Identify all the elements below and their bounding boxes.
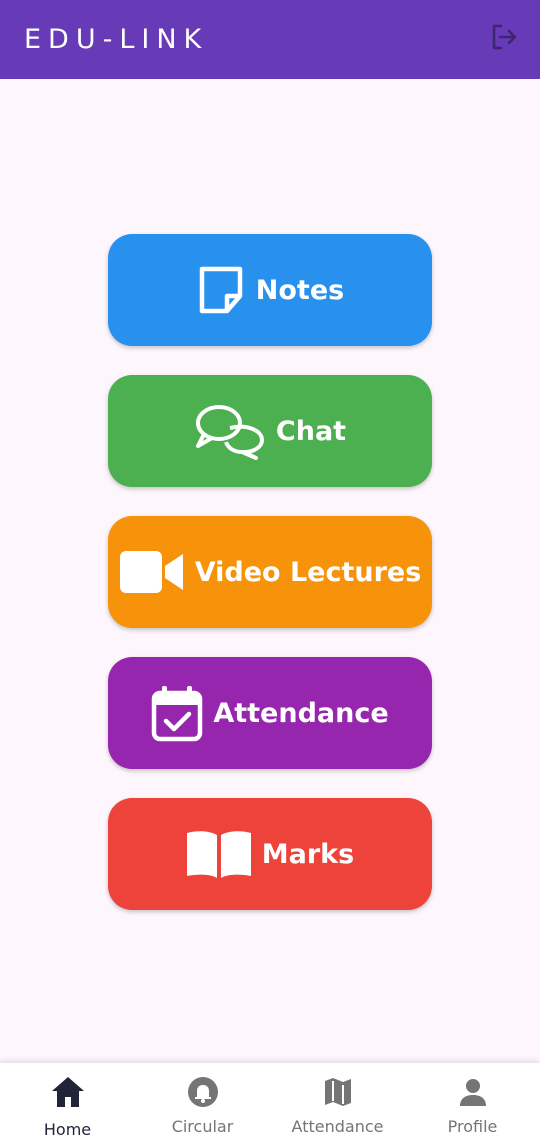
logout-icon [489, 22, 519, 57]
app-title: EDU-LINK [24, 24, 209, 55]
nav-item-profile[interactable]: Profile [405, 1063, 540, 1148]
chat-icon [194, 402, 266, 460]
attendance-label: Attendance [213, 697, 389, 729]
marks-label: Marks [261, 838, 355, 870]
video-lectures-label: Video Lectures [194, 556, 422, 588]
notes-label: Notes [255, 274, 345, 306]
note-icon [196, 265, 246, 315]
notes-button[interactable]: Notes [108, 234, 432, 346]
book-open-icon [186, 829, 252, 879]
map-icon [323, 1075, 353, 1109]
app-bar: EDU-LINK [0, 0, 540, 79]
home-content: Notes Chat Video Lectures Attendance Mar… [0, 79, 540, 1063]
nav-label-circular: Circular [171, 1117, 234, 1136]
nav-item-attendance[interactable]: Attendance [270, 1063, 405, 1148]
logout-button[interactable] [486, 22, 522, 58]
person-icon [458, 1075, 488, 1109]
nav-label-home: Home [43, 1120, 92, 1139]
chat-button[interactable]: Chat [108, 375, 432, 487]
chat-label: Chat [275, 415, 347, 447]
bottom-navigation: Home Circular Attendance Profile [0, 1063, 540, 1148]
nav-label-attendance: Attendance [291, 1117, 384, 1136]
menu-list: Notes Chat Video Lectures Attendance Mar… [108, 234, 432, 939]
attendance-button[interactable]: Attendance [108, 657, 432, 769]
marks-button[interactable]: Marks [108, 798, 432, 910]
nav-label-profile: Profile [447, 1117, 498, 1136]
calendar-check-icon [151, 684, 203, 742]
nav-item-circular[interactable]: Circular [135, 1063, 270, 1148]
video-lectures-button[interactable]: Video Lectures [108, 516, 432, 628]
video-camera-icon [119, 550, 185, 594]
home-icon [50, 1075, 86, 1109]
bell-icon [187, 1075, 219, 1109]
nav-item-home[interactable]: Home [0, 1063, 135, 1148]
